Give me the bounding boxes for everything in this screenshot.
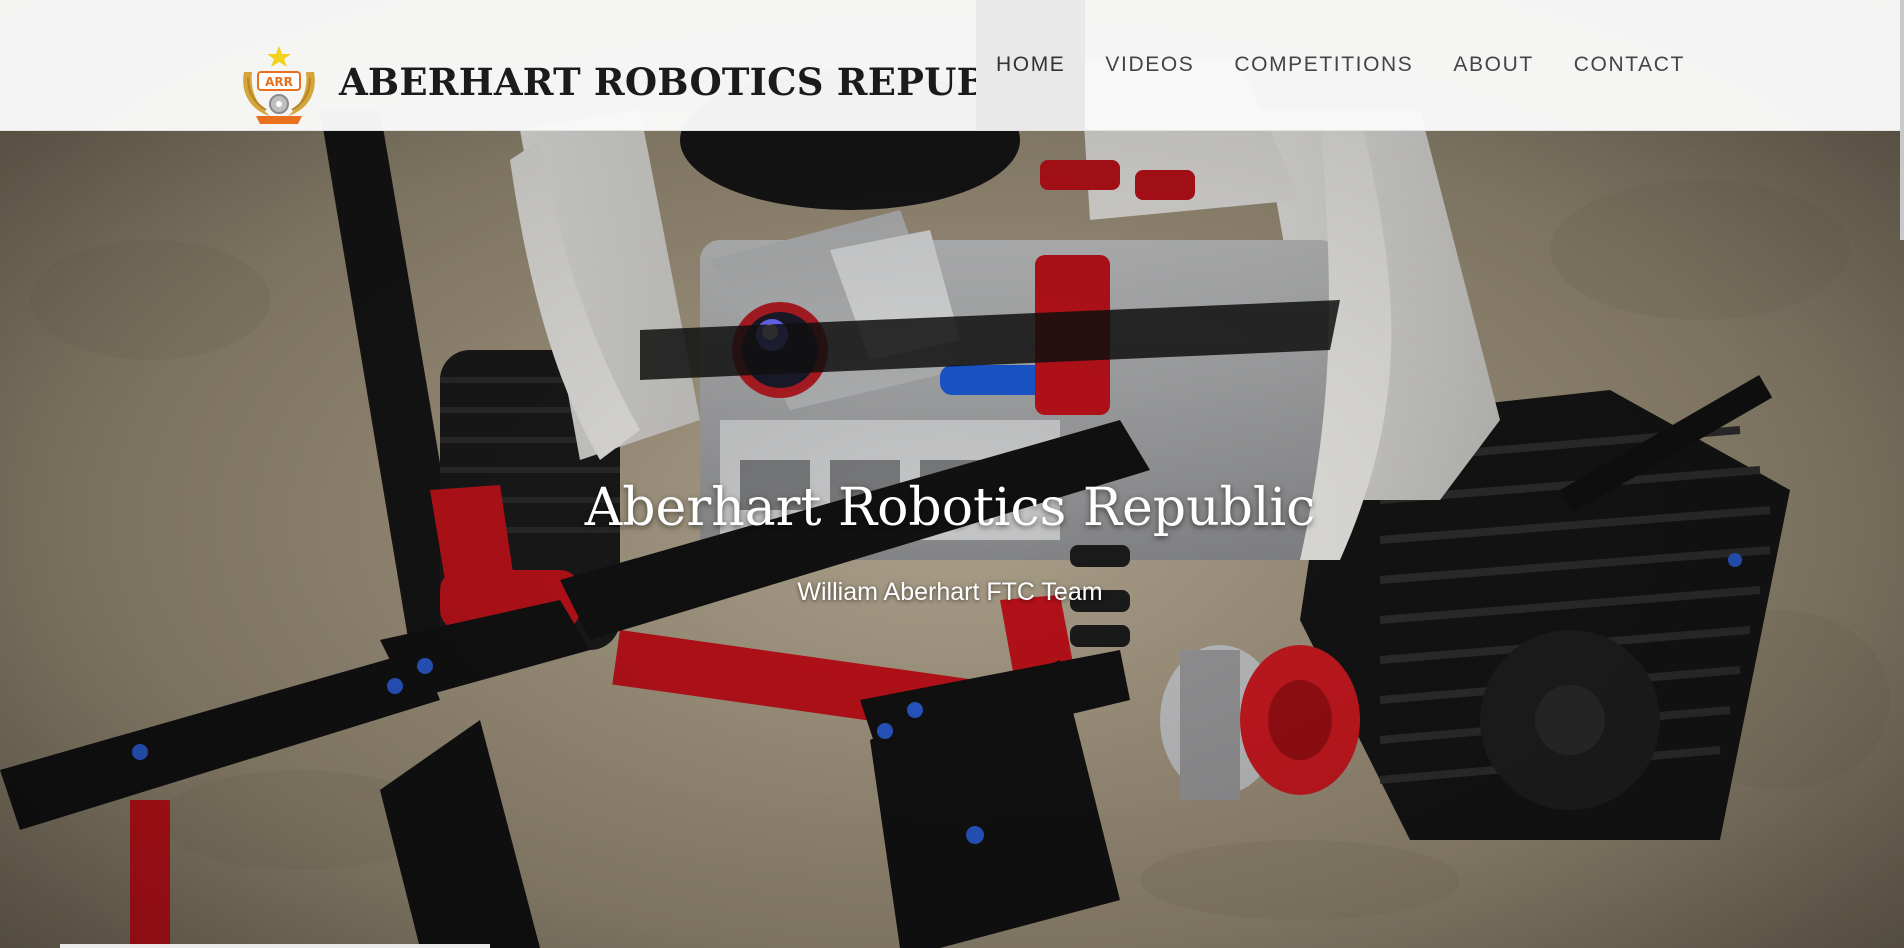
nav-about[interactable]: ABOUT bbox=[1433, 0, 1553, 130]
bottom-edge-strip bbox=[60, 944, 490, 948]
nav-videos[interactable]: VIDEOS bbox=[1085, 0, 1214, 130]
hero-overlay bbox=[0, 0, 1904, 948]
team-logo-icon[interactable]: ARR bbox=[236, 42, 322, 128]
nav-home[interactable]: HOME bbox=[976, 0, 1086, 130]
svg-text:ARR: ARR bbox=[265, 75, 293, 89]
hero-subtitle: William Aberhart FTC Team bbox=[797, 578, 1103, 606]
nav-contact[interactable]: CONTACT bbox=[1554, 0, 1705, 130]
site-header: ARR ABERHART ROBOTICS REPUBLIC HOME VIDE… bbox=[0, 0, 1900, 131]
hero-title: Aberhart Robotics Republic bbox=[584, 478, 1316, 538]
hero-background bbox=[0, 0, 1904, 948]
main-nav: HOME VIDEOS COMPETITIONS ABOUT CONTACT bbox=[976, 0, 1705, 130]
page-scrollbar[interactable] bbox=[1900, 0, 1904, 240]
nav-competitions[interactable]: COMPETITIONS bbox=[1214, 0, 1433, 130]
brand-name[interactable]: ABERHART ROBOTICS REPUBLIC bbox=[339, 60, 1061, 104]
